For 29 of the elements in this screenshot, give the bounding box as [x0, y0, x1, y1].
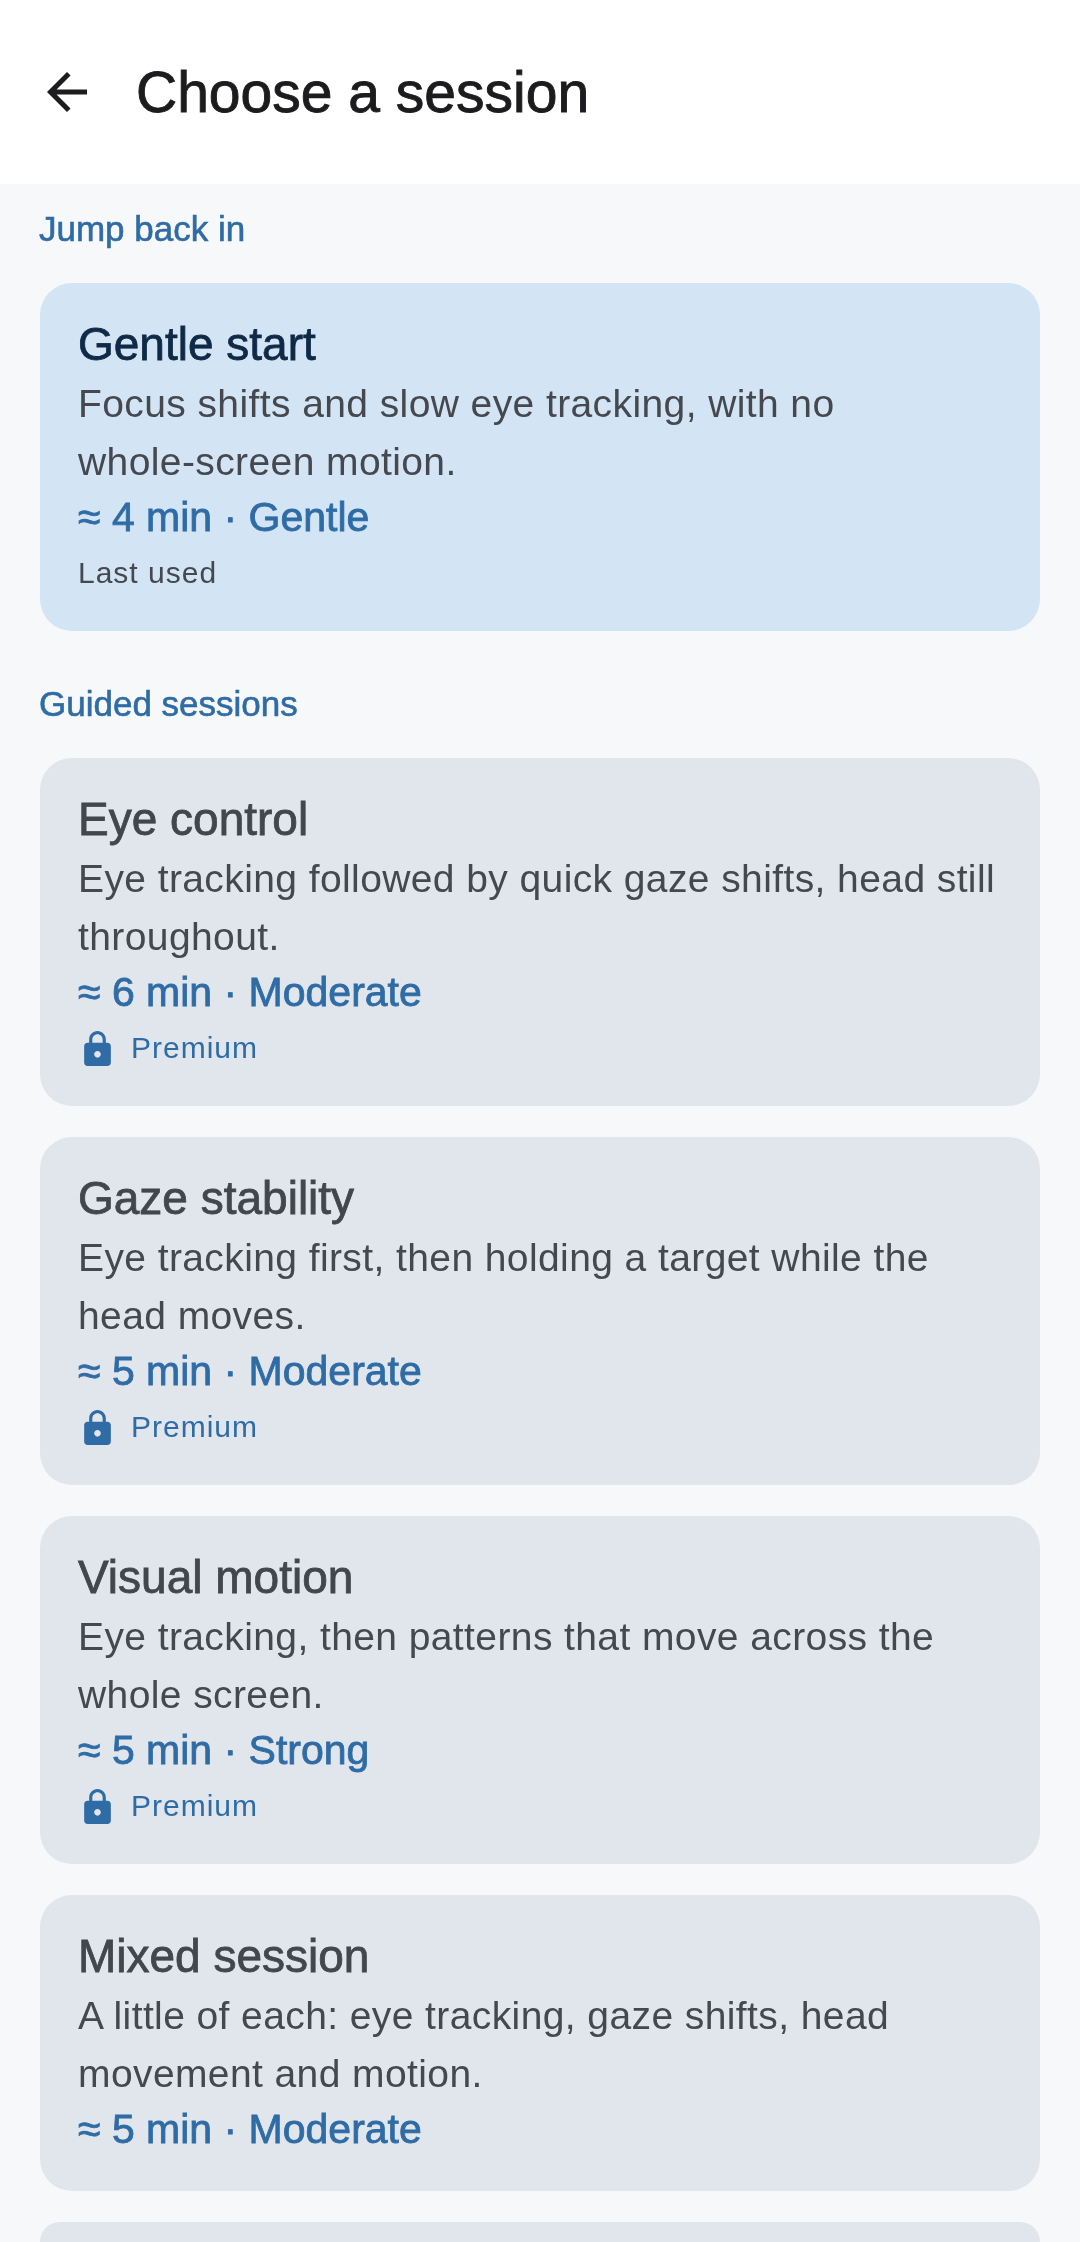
session-description: Eye tracking first, then holding a target while the head moves.	[78, 1235, 930, 1339]
session-title: Mixed session	[78, 1929, 371, 1984]
premium-label: Premium	[131, 1030, 258, 1066]
session-title: Visual motion	[78, 1550, 355, 1605]
section-heading: Guided sessions	[39, 683, 298, 725]
session-card[interactable]: Gentle start Focus shifts and slow eye tracking, with no whole-screen motion. ≈ 4 min · Gentle Last used	[40, 283, 1040, 631]
arrow-left-icon	[47, 72, 87, 112]
session-description: Focus shifts and slow eye tracking, with no whole-screen motion.	[78, 381, 836, 485]
premium-label: Premium	[131, 1788, 258, 1824]
session-duration-level: ≈ 5 min · Strong	[78, 1726, 371, 1775]
session-duration-level: ≈ 5 min · Moderate	[78, 1347, 423, 1396]
page-title: Choose a session	[136, 58, 590, 126]
section-heading: Jump back in	[39, 208, 246, 250]
session-card[interactable]: Eye control Eye tracking followed by quick gaze shifts, head still throughout. ≈ 6 min · Moderate Premium	[40, 758, 1040, 1106]
session-title: Gentle start	[78, 317, 317, 372]
session-card[interactable]: Gaze stability Eye tracking first, then holding a target while the head moves. ≈ 5 min · Moderate Premium	[40, 1137, 1040, 1485]
session-title: Gaze stability	[78, 1171, 356, 1226]
session-description: Eye tracking, then patterns that move across the whole screen.	[78, 1614, 936, 1718]
session-duration-level: ≈ 5 min · Moderate	[78, 2105, 423, 2154]
session-title: Eye control	[78, 792, 310, 847]
session-description: A little of each: eye tracking, gaze shifts, head movement and motion.	[78, 1993, 891, 2097]
premium-label: Premium	[131, 1409, 258, 1445]
back-button[interactable]	[46, 71, 88, 113]
session-card[interactable]: Visual motion Eye tracking, then patterns that move across the whole screen. ≈ 5 min · Strong Premium	[40, 1516, 1040, 1864]
session-card[interactable]: Mixed session A little of each: eye tracking, gaze shifts, head movement and motion. ≈ 5 min · Moderate	[40, 1895, 1040, 2191]
session-duration-level: ≈ 4 min · Gentle	[78, 493, 371, 542]
session-description: Eye tracking followed by quick gaze shifts, head still throughout.	[78, 856, 997, 960]
session-duration-level: ≈ 6 min · Moderate	[78, 968, 423, 1017]
last-used-note: Last used	[78, 555, 219, 591]
